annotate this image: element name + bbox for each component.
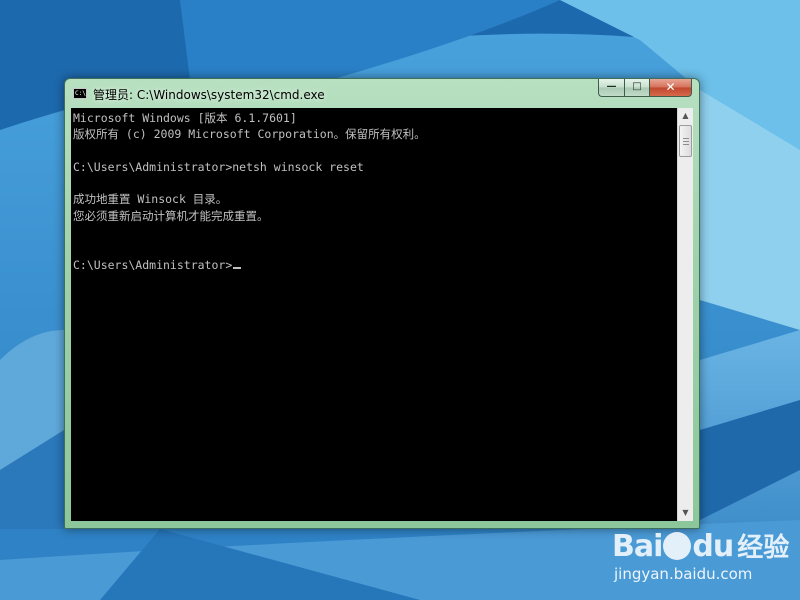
cmd-icon[interactable]: C:\ (73, 88, 87, 99)
scroll-thumb[interactable] (679, 125, 692, 157)
text-cursor (233, 267, 242, 269)
paw-icon (663, 532, 692, 560)
maximize-button[interactable]: □ (624, 79, 649, 97)
window-title: 管理员: C:\Windows\system32\cmd.exe (93, 88, 325, 102)
cmd-window[interactable]: C:\ 管理员: C:\Windows\system32\cmd.exe — □… (64, 78, 700, 529)
watermark-product: 经验 (737, 533, 790, 563)
close-button[interactable]: ✕ (649, 79, 692, 97)
watermark-url: jingyan.baidu.com (614, 565, 753, 583)
console-line-command: C:\Users\Administrator>netsh winsock res… (73, 160, 364, 174)
console-line-restart-notice: 您必须重新启动计算机才能完成重置。 (73, 209, 269, 223)
thumb-grip (683, 138, 689, 139)
vertical-scrollbar[interactable]: ▲ ▼ (677, 108, 693, 521)
scroll-up-arrow-icon[interactable]: ▲ (678, 108, 693, 124)
console-prompt-line[interactable]: C:\Users\Administrator> (73, 257, 242, 273)
console-line-version: Microsoft Windows [版本 6.1.7601] (73, 111, 297, 125)
console-prompt: C:\Users\Administrator> (73, 258, 233, 272)
console-output[interactable]: Microsoft Windows [版本 6.1.7601] 版权所有 (c)… (71, 108, 677, 521)
console-line-copyright: 版权所有 (c) 2009 Microsoft Corporation。保留所有… (73, 127, 426, 141)
console-line-result: 成功地重置 Winsock 目录。 (73, 192, 228, 206)
minimize-button[interactable]: — (598, 79, 624, 97)
baidu-jingyan-watermark: Bai du 经验 jingyan.baidu.com (612, 527, 792, 591)
scroll-down-arrow-icon[interactable]: ▼ (678, 505, 693, 521)
title-bar[interactable]: C:\ 管理员: C:\Windows\system32\cmd.exe — □… (65, 79, 699, 107)
caption-buttons: — □ ✕ (598, 79, 692, 98)
baidu-logo: Bai du 经验 (612, 529, 790, 564)
thumb-grip (683, 141, 689, 142)
thumb-grip (683, 144, 689, 145)
